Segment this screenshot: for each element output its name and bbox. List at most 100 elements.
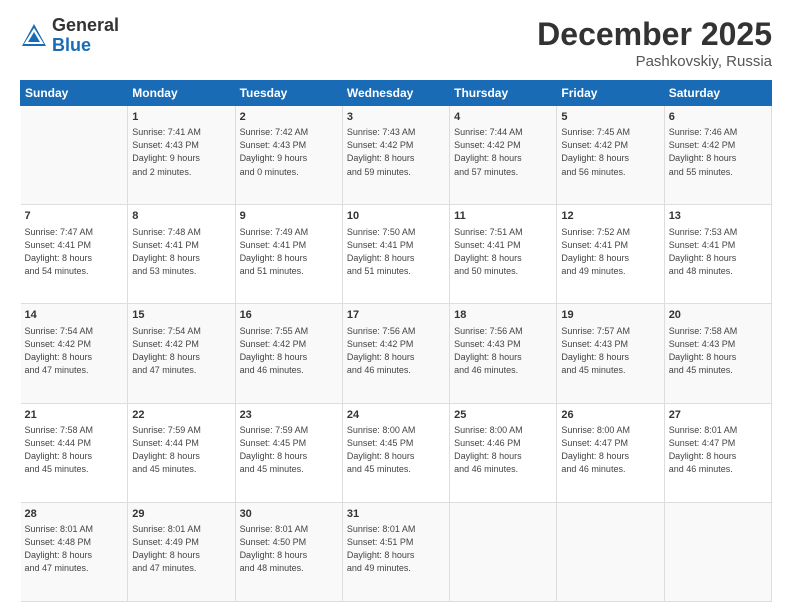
- calendar-cell: 22Sunrise: 7:59 AMSunset: 4:44 PMDayligh…: [128, 403, 235, 502]
- day-number: 11: [454, 209, 552, 224]
- day-info: Sunrise: 7:58 AMSunset: 4:43 PMDaylight:…: [669, 325, 767, 377]
- week-row-4: 21Sunrise: 7:58 AMSunset: 4:44 PMDayligh…: [21, 403, 772, 502]
- day-number: 19: [561, 308, 659, 323]
- day-number: 17: [347, 308, 445, 323]
- day-info: Sunrise: 7:50 AMSunset: 4:41 PMDaylight:…: [347, 226, 445, 278]
- calendar-table: SundayMondayTuesdayWednesdayThursdayFrid…: [20, 80, 772, 602]
- day-number: 7: [25, 209, 124, 224]
- day-info: Sunrise: 7:59 AMSunset: 4:44 PMDaylight:…: [132, 424, 230, 476]
- col-header-friday: Friday: [557, 81, 664, 106]
- calendar-cell: 14Sunrise: 7:54 AMSunset: 4:42 PMDayligh…: [21, 304, 128, 403]
- day-info: Sunrise: 7:43 AMSunset: 4:42 PMDaylight:…: [347, 126, 445, 178]
- day-info: Sunrise: 7:56 AMSunset: 4:43 PMDaylight:…: [454, 325, 552, 377]
- calendar-cell: 27Sunrise: 8:01 AMSunset: 4:47 PMDayligh…: [664, 403, 771, 502]
- calendar-cell: 10Sunrise: 7:50 AMSunset: 4:41 PMDayligh…: [342, 205, 449, 304]
- day-number: 5: [561, 110, 659, 125]
- day-number: 6: [669, 110, 767, 125]
- day-info: Sunrise: 7:49 AMSunset: 4:41 PMDaylight:…: [240, 226, 338, 278]
- page: General Blue December 2025 Pashkovskiy, …: [0, 0, 792, 612]
- calendar-cell: [557, 502, 664, 601]
- col-header-sunday: Sunday: [21, 81, 128, 106]
- day-number: 18: [454, 308, 552, 323]
- day-number: 2: [240, 110, 338, 125]
- day-info: Sunrise: 8:01 AMSunset: 4:48 PMDaylight:…: [25, 523, 124, 575]
- day-info: Sunrise: 7:47 AMSunset: 4:41 PMDaylight:…: [25, 226, 124, 278]
- day-number: 1: [132, 110, 230, 125]
- day-info: Sunrise: 8:00 AMSunset: 4:45 PMDaylight:…: [347, 424, 445, 476]
- calendar-cell: 2Sunrise: 7:42 AMSunset: 4:43 PMDaylight…: [235, 106, 342, 205]
- calendar-cell: 25Sunrise: 8:00 AMSunset: 4:46 PMDayligh…: [450, 403, 557, 502]
- day-number: 22: [132, 408, 230, 423]
- day-info: Sunrise: 8:00 AMSunset: 4:47 PMDaylight:…: [561, 424, 659, 476]
- day-info: Sunrise: 7:52 AMSunset: 4:41 PMDaylight:…: [561, 226, 659, 278]
- month-title: December 2025: [537, 16, 772, 53]
- day-info: Sunrise: 8:01 AMSunset: 4:49 PMDaylight:…: [132, 523, 230, 575]
- day-number: 16: [240, 308, 338, 323]
- calendar-cell: 7 Sunrise: 7:47 AMSunset: 4:41 PMDaylight…: [21, 205, 128, 304]
- calendar-cell: 26Sunrise: 8:00 AMSunset: 4:47 PMDayligh…: [557, 403, 664, 502]
- col-header-saturday: Saturday: [664, 81, 771, 106]
- day-info: Sunrise: 7:45 AMSunset: 4:42 PMDaylight:…: [561, 126, 659, 178]
- day-info: Sunrise: 7:58 AMSunset: 4:44 PMDaylight:…: [25, 424, 124, 476]
- day-number: 8: [132, 209, 230, 224]
- day-number: 27: [669, 408, 767, 423]
- day-number: 28: [25, 507, 124, 522]
- day-info: Sunrise: 8:01 AMSunset: 4:47 PMDaylight:…: [669, 424, 767, 476]
- calendar-cell: 3Sunrise: 7:43 AMSunset: 4:42 PMDaylight…: [342, 106, 449, 205]
- calendar-cell: 9Sunrise: 7:49 AMSunset: 4:41 PMDaylight…: [235, 205, 342, 304]
- logo-text: General Blue: [52, 16, 119, 56]
- logo-general-text: General: [52, 16, 119, 36]
- day-info: Sunrise: 7:54 AMSunset: 4:42 PMDaylight:…: [132, 325, 230, 377]
- col-header-tuesday: Tuesday: [235, 81, 342, 106]
- day-info: Sunrise: 7:59 AMSunset: 4:45 PMDaylight:…: [240, 424, 338, 476]
- calendar-cell: 1Sunrise: 7:41 AMSunset: 4:43 PMDaylight…: [128, 106, 235, 205]
- day-number: 26: [561, 408, 659, 423]
- day-number: 13: [669, 209, 767, 224]
- calendar-cell: 18 Sunrise: 7:56 AMSunset: 4:43 PMDayligh…: [450, 304, 557, 403]
- day-info: Sunrise: 7:48 AMSunset: 4:41 PMDaylight:…: [132, 226, 230, 278]
- title-block: December 2025 Pashkovskiy, Russia: [537, 16, 772, 70]
- logo: General Blue: [20, 16, 119, 56]
- day-info: Sunrise: 7:56 AMSunset: 4:42 PMDaylight:…: [347, 325, 445, 377]
- calendar-cell: 23Sunrise: 7:59 AMSunset: 4:45 PMDayligh…: [235, 403, 342, 502]
- calendar-cell: 13 Sunrise: 7:53 AMSunset: 4:41 PMDayligh…: [664, 205, 771, 304]
- day-number: 3: [347, 110, 445, 125]
- day-number: 25: [454, 408, 552, 423]
- header: General Blue December 2025 Pashkovskiy, …: [20, 16, 772, 70]
- calendar-cell: [21, 106, 128, 205]
- calendar-cell: 16 Sunrise: 7:55 AMSunset: 4:42 PMDayligh…: [235, 304, 342, 403]
- calendar-cell: 31Sunrise: 8:01 AMSunset: 4:51 PMDayligh…: [342, 502, 449, 601]
- day-info: Sunrise: 7:42 AMSunset: 4:43 PMDaylight:…: [240, 126, 338, 178]
- day-number: 29: [132, 507, 230, 522]
- calendar-header: SundayMondayTuesdayWednesdayThursdayFrid…: [21, 81, 772, 106]
- day-number: 23: [240, 408, 338, 423]
- calendar-cell: [450, 502, 557, 601]
- calendar-cell: [664, 502, 771, 601]
- day-info: Sunrise: 7:54 AMSunset: 4:42 PMDaylight:…: [25, 325, 124, 377]
- day-info: Sunrise: 7:53 AMSunset: 4:41 PMDaylight:…: [669, 226, 767, 278]
- calendar-cell: 5Sunrise: 7:45 AMSunset: 4:42 PMDaylight…: [557, 106, 664, 205]
- day-number: 20: [669, 308, 767, 323]
- col-header-monday: Monday: [128, 81, 235, 106]
- calendar-cell: 29Sunrise: 8:01 AMSunset: 4:49 PMDayligh…: [128, 502, 235, 601]
- calendar-body: 1Sunrise: 7:41 AMSunset: 4:43 PMDaylight…: [21, 106, 772, 602]
- day-number: 15: [132, 308, 230, 323]
- day-info: Sunrise: 7:55 AMSunset: 4:42 PMDaylight:…: [240, 325, 338, 377]
- day-number: 4: [454, 110, 552, 125]
- day-info: Sunrise: 7:41 AMSunset: 4:43 PMDaylight:…: [132, 126, 230, 178]
- day-info: Sunrise: 7:44 AMSunset: 4:42 PMDaylight:…: [454, 126, 552, 178]
- week-row-2: 7 Sunrise: 7:47 AMSunset: 4:41 PMDaylight…: [21, 205, 772, 304]
- calendar-cell: 30Sunrise: 8:01 AMSunset: 4:50 PMDayligh…: [235, 502, 342, 601]
- calendar-cell: 4Sunrise: 7:44 AMSunset: 4:42 PMDaylight…: [450, 106, 557, 205]
- day-info: Sunrise: 7:57 AMSunset: 4:43 PMDaylight:…: [561, 325, 659, 377]
- calendar-cell: 12Sunrise: 7:52 AMSunset: 4:41 PMDayligh…: [557, 205, 664, 304]
- col-header-wednesday: Wednesday: [342, 81, 449, 106]
- day-info: Sunrise: 8:01 AMSunset: 4:51 PMDaylight:…: [347, 523, 445, 575]
- logo-icon: [20, 22, 48, 50]
- day-info: Sunrise: 8:00 AMSunset: 4:46 PMDaylight:…: [454, 424, 552, 476]
- calendar-cell: 24Sunrise: 8:00 AMSunset: 4:45 PMDayligh…: [342, 403, 449, 502]
- calendar-cell: 8 Sunrise: 7:48 AMSunset: 4:41 PMDaylight…: [128, 205, 235, 304]
- week-row-3: 14Sunrise: 7:54 AMSunset: 4:42 PMDayligh…: [21, 304, 772, 403]
- calendar-cell: 20 Sunrise: 7:58 AMSunset: 4:43 PMDayligh…: [664, 304, 771, 403]
- calendar-cell: 6Sunrise: 7:46 AMSunset: 4:42 PMDaylight…: [664, 106, 771, 205]
